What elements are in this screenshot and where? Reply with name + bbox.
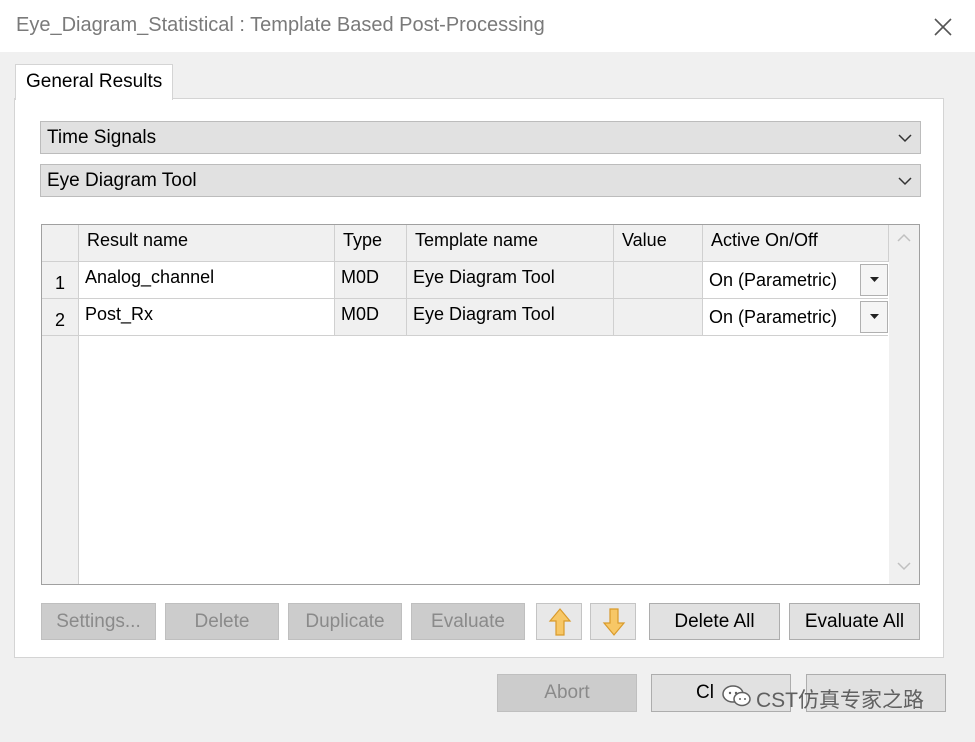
tab-label: General Results [26, 71, 163, 92]
caret-down-icon [870, 277, 879, 282]
table-corner [42, 225, 79, 262]
close-button[interactable] [926, 10, 960, 44]
row-number[interactable]: 2 [42, 299, 79, 336]
title-bar: Eye_Diagram_Statistical : Template Based… [0, 0, 975, 52]
category-dropdown-value: Time Signals [47, 127, 157, 148]
table-cell-type: M0D [335, 262, 407, 299]
tab-general-results[interactable]: General Results [15, 64, 173, 100]
delete-button[interactable]: Delete [165, 603, 279, 640]
table-cell-type: M0D [335, 299, 407, 336]
table-cell-template-name: Eye Diagram Tool [407, 262, 614, 299]
category-dropdown[interactable]: Time Signals [40, 121, 921, 154]
row-number[interactable]: 1 [42, 262, 79, 299]
duplicate-button[interactable]: Duplicate [288, 603, 402, 640]
chevron-down-icon [898, 134, 912, 143]
active-select[interactable]: On (Parametric) [703, 299, 888, 336]
table-cell-result-name[interactable]: Post_Rx [79, 299, 335, 336]
evaluate-all-button[interactable]: Evaluate All [789, 603, 920, 640]
vertical-scrollbar[interactable] [889, 225, 919, 584]
chevron-down-icon [898, 177, 912, 186]
watermark-text: CST仿真专家之路 [756, 689, 924, 712]
tool-dropdown[interactable]: Eye Diagram Tool [40, 164, 921, 197]
active-select-button[interactable] [860, 264, 888, 296]
caret-down-icon [870, 314, 879, 319]
move-up-button[interactable] [536, 603, 582, 640]
tool-dropdown-value: Eye Diagram Tool [47, 170, 197, 191]
arrow-up-icon [548, 608, 572, 636]
settings-button[interactable]: Settings... [41, 603, 156, 640]
arrow-down-icon [602, 608, 626, 636]
scroll-down-icon[interactable] [897, 561, 911, 571]
active-select[interactable]: On (Parametric) [703, 262, 888, 299]
column-header-active[interactable]: Active On/Off [703, 225, 889, 262]
column-header-template-name[interactable]: Template name [407, 225, 614, 262]
move-down-button[interactable] [590, 603, 636, 640]
close-icon [934, 18, 952, 36]
table-cell-value [614, 262, 703, 299]
results-table: Result name Type Template name Value Act… [41, 224, 920, 585]
evaluate-button[interactable]: Evaluate [411, 603, 525, 640]
column-header-type[interactable]: Type [335, 225, 407, 262]
abort-button[interactable]: Abort [497, 674, 637, 712]
column-header-value[interactable]: Value [614, 225, 703, 262]
delete-all-button[interactable]: Delete All [649, 603, 780, 640]
window-title: Eye_Diagram_Statistical : Template Based… [16, 14, 545, 36]
active-select-button[interactable] [860, 301, 888, 333]
table-cell-result-name[interactable]: Analog_channel [79, 262, 335, 299]
table-cell-template-name: Eye Diagram Tool [407, 299, 614, 336]
wechat-icon [722, 685, 751, 707]
column-header-result-name[interactable]: Result name [79, 225, 335, 262]
table-cell-value [614, 299, 703, 336]
scroll-up-icon[interactable] [897, 233, 911, 243]
